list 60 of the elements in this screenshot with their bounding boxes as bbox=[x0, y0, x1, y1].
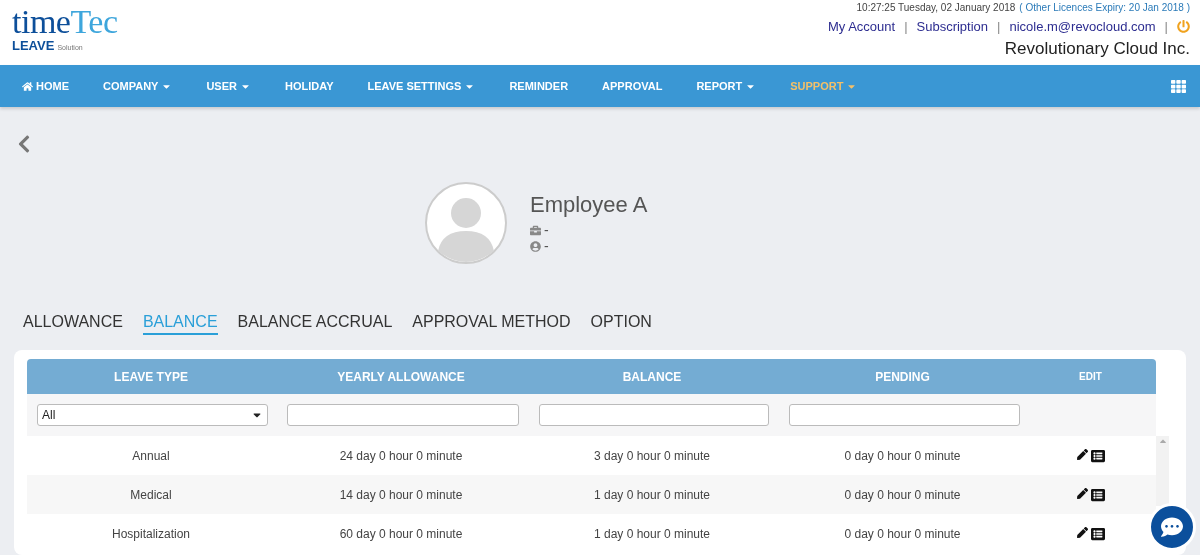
column-header: PENDING bbox=[874, 369, 931, 384]
nav-item[interactable]: COMPANY bbox=[103, 80, 173, 92]
list-icon[interactable] bbox=[1090, 487, 1105, 502]
table-cell-text: Hospitalization bbox=[110, 526, 191, 541]
briefcase-icon bbox=[530, 224, 541, 236]
tab[interactable]: OPTION bbox=[590, 313, 652, 335]
header-link[interactable]: Subscription bbox=[916, 19, 989, 34]
table-cell-text: 14 day 0 hour 0 minute bbox=[338, 487, 464, 502]
employee-name: Employee A bbox=[530, 192, 648, 218]
column-header: LEAVE TYPE bbox=[113, 369, 189, 384]
header-link[interactable]: My Account bbox=[827, 19, 896, 34]
edit-icon[interactable] bbox=[1076, 526, 1088, 538]
tab[interactable]: ALLOWANCE bbox=[23, 313, 123, 335]
filter-field[interactable] bbox=[539, 404, 769, 426]
nav-item[interactable]: HOME bbox=[22, 80, 69, 92]
nav-item[interactable]: APPROVAL bbox=[602, 80, 663, 92]
table-cell-text: 60 day 0 hour 0 minute bbox=[338, 526, 464, 541]
table-cell-text: 24 day 0 hour 0 minute bbox=[338, 448, 464, 463]
chat-icon bbox=[1161, 516, 1183, 538]
column-header: BALANCE bbox=[621, 369, 683, 384]
column-header: EDIT bbox=[1078, 371, 1103, 382]
table-cell-text: Medical bbox=[129, 487, 173, 502]
table-cell-text: Annual bbox=[131, 448, 171, 463]
company-name: Revolutionary Cloud Inc. bbox=[1004, 39, 1190, 59]
tab[interactable]: BALANCE bbox=[142, 313, 218, 335]
table-cell-text: 0 day 0 hour 0 minute bbox=[843, 487, 962, 502]
separator: | bbox=[997, 19, 1001, 34]
table-cell-text: 0 day 0 hour 0 minute bbox=[843, 448, 962, 463]
filter-field[interactable] bbox=[287, 404, 519, 426]
filter-field[interactable] bbox=[789, 404, 1020, 426]
nav-item[interactable]: REPORT bbox=[696, 80, 757, 92]
header-link[interactable]: nicole.m@revocloud.com bbox=[1009, 19, 1156, 34]
nav-item[interactable]: LEAVE SETTINGS bbox=[367, 80, 476, 92]
user-icon bbox=[530, 240, 541, 252]
scrollbar[interactable] bbox=[1156, 436, 1169, 506]
tab[interactable]: BALANCE ACCRUAL bbox=[237, 313, 393, 335]
tab[interactable]: APPROVAL METHOD bbox=[412, 313, 571, 335]
nav-item[interactable]: REMINDER bbox=[509, 80, 569, 92]
leave-type-select[interactable]: All bbox=[37, 404, 268, 426]
datetime: 10:27:25 Tuesday, 02 January 2018 bbox=[856, 2, 1016, 13]
licence-expiry: ( Other Licences Expiry: 20 Jan 2018 ) bbox=[1019, 2, 1190, 13]
table-cell-text: 0 day 0 hour 0 minute bbox=[843, 526, 962, 541]
nav-item[interactable]: SUPPORT bbox=[790, 80, 858, 92]
home-icon bbox=[22, 80, 33, 92]
apps-grid-icon[interactable] bbox=[1171, 78, 1186, 94]
separator: | bbox=[904, 19, 908, 34]
position-value: - bbox=[544, 222, 549, 238]
table-cell-text: 1 day 0 hour 0 minute bbox=[592, 487, 712, 502]
nav-item[interactable]: USER bbox=[206, 80, 251, 92]
table-cell-text: 3 day 0 hour 0 minute bbox=[592, 448, 712, 463]
power-icon[interactable] bbox=[1177, 20, 1190, 33]
list-icon[interactable] bbox=[1090, 448, 1105, 463]
list-icon[interactable] bbox=[1090, 526, 1105, 541]
edit-icon[interactable] bbox=[1076, 487, 1088, 499]
table-cell-text: 1 day 0 hour 0 minute bbox=[592, 526, 712, 541]
nav-item[interactable]: HOLIDAY bbox=[285, 80, 334, 92]
edit-icon[interactable] bbox=[1076, 448, 1088, 460]
separator: | bbox=[1164, 19, 1168, 34]
group-value: - bbox=[544, 238, 549, 254]
column-header: YEARLY ALLOWANCE bbox=[336, 369, 466, 384]
